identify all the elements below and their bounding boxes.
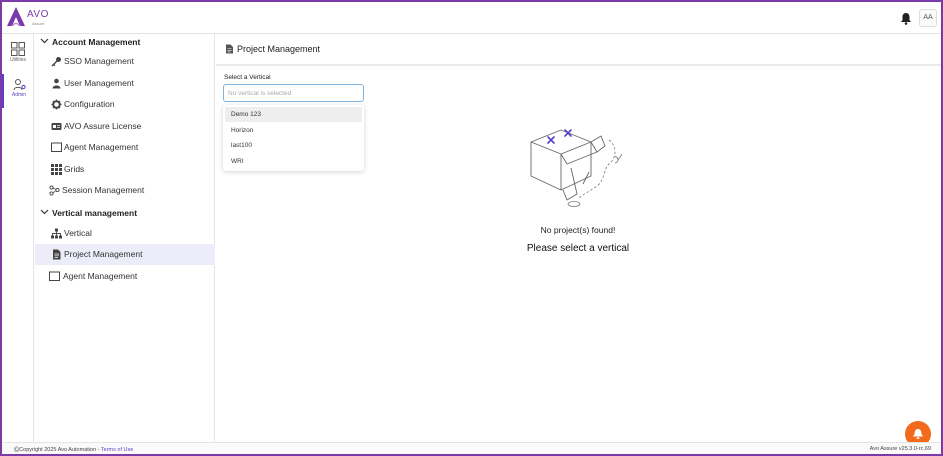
left-rail: Utilities Admin [2,34,34,442]
section-title: Vertical management [52,208,138,218]
sidebar-item-sso-management[interactable]: SSO Management [35,51,215,72]
sidebar-item-vertical[interactable]: Vertical [35,223,215,244]
sidebar-item-agent-management[interactable]: Agent Management [35,137,215,158]
avo-logo-icon [7,7,25,27]
brand-name: AVO [27,9,49,20]
sidebar-item-label: Agent Management [63,271,138,281]
home-bell-icon [913,429,923,439]
footer: ©Copyright 2025 Avo Automation - Terms o… [2,442,941,454]
empty-box-illustration [530,129,623,207]
top-bar: AVO Assure AA [2,2,941,34]
gear-icon [51,99,62,110]
vertical-dropdown: Demo 123 Horizon last100 WRI [223,105,364,171]
main-content: Project Management Select a Vertical Dem… [216,34,941,447]
sidebar-item-label: AVO Assure License [64,121,142,131]
empty-state-subtitle: Please select a vertical [526,243,630,254]
sidebar-item-project-management[interactable]: Project Management [35,244,215,265]
license-card-icon [51,123,62,130]
page-title: Project Management [237,44,321,54]
section-title: Account Management [52,37,141,47]
sidebar-item-label: Project Management [64,249,143,259]
chevron-down-icon [40,38,49,44]
section-account-management[interactable]: Account Management [35,34,215,52]
dropdown-option[interactable]: Horizon [225,123,362,138]
rail-item-admin[interactable]: Admin [2,74,34,108]
empty-state-title: No project(s) found! [540,225,616,235]
sidebar-item-label: User Management [64,78,134,88]
rail-item-utilities[interactable]: Utilities [2,38,34,72]
admin-user-icon [13,79,26,91]
copyright-text: ©Copyright 2025 Avo Automation - Terms o… [14,447,134,454]
sidebar-item-agent-management-vertical[interactable]: Agent Management [35,266,215,287]
sidebar-item-grids[interactable]: Grids [35,159,215,180]
vertical-field-label: Select a Vertical [224,74,271,81]
user-icon [52,78,61,89]
avo-logo[interactable]: AVO Assure [6,6,66,30]
app-window: AVO Assure AA Utilities Admin Account Ma… [0,0,943,456]
sidebar-item-label: Grids [64,164,85,174]
brand-tagline: Assure [32,21,45,26]
vertical-select-input[interactable] [228,88,358,99]
monitor-icon [49,271,60,281]
vertical-select[interactable] [223,84,364,102]
document-icon [53,249,61,260]
sidebar-item-configuration[interactable]: Configuration [35,94,215,115]
admin-sidebar: Account Management SSO Management User M… [35,34,215,442]
sidebar-item-user-management[interactable]: User Management [35,73,215,94]
key-icon [51,57,61,67]
terms-of-use-link[interactable]: Terms of Use [101,447,133,453]
monitor-icon [51,142,62,152]
hierarchy-icon [51,228,62,239]
version-text: Avo Assure v25.3.0-rc.69 [869,446,931,452]
page-header: Project Management [216,34,941,66]
bell-icon[interactable] [900,12,912,25]
rail-label: Utilities [9,57,27,63]
chevron-down-icon [40,209,49,215]
grid-dots-icon [51,164,62,175]
dropdown-option[interactable]: Demo 123 [225,107,362,122]
sidebar-item-label: Configuration [64,99,115,109]
document-icon [226,44,233,54]
section-vertical-management[interactable]: Vertical management [35,205,215,223]
sidebar-item-label: Agent Management [64,142,139,152]
sidebar-item-session-management[interactable]: Session Management [35,180,215,201]
grid-icon [11,42,25,56]
dropdown-option[interactable]: last100 [225,138,362,153]
user-avatar[interactable]: AA [919,9,937,27]
rail-label: Admin [11,92,27,98]
sidebar-item-label: Vertical [64,228,92,238]
session-nodes-icon [49,185,60,196]
sidebar-item-label: Session Management [62,185,145,195]
sidebar-item-label: SSO Management [64,56,134,66]
sidebar-item-avo-assure-license[interactable]: AVO Assure License [35,116,215,137]
dropdown-option[interactable]: WRI [225,154,362,169]
